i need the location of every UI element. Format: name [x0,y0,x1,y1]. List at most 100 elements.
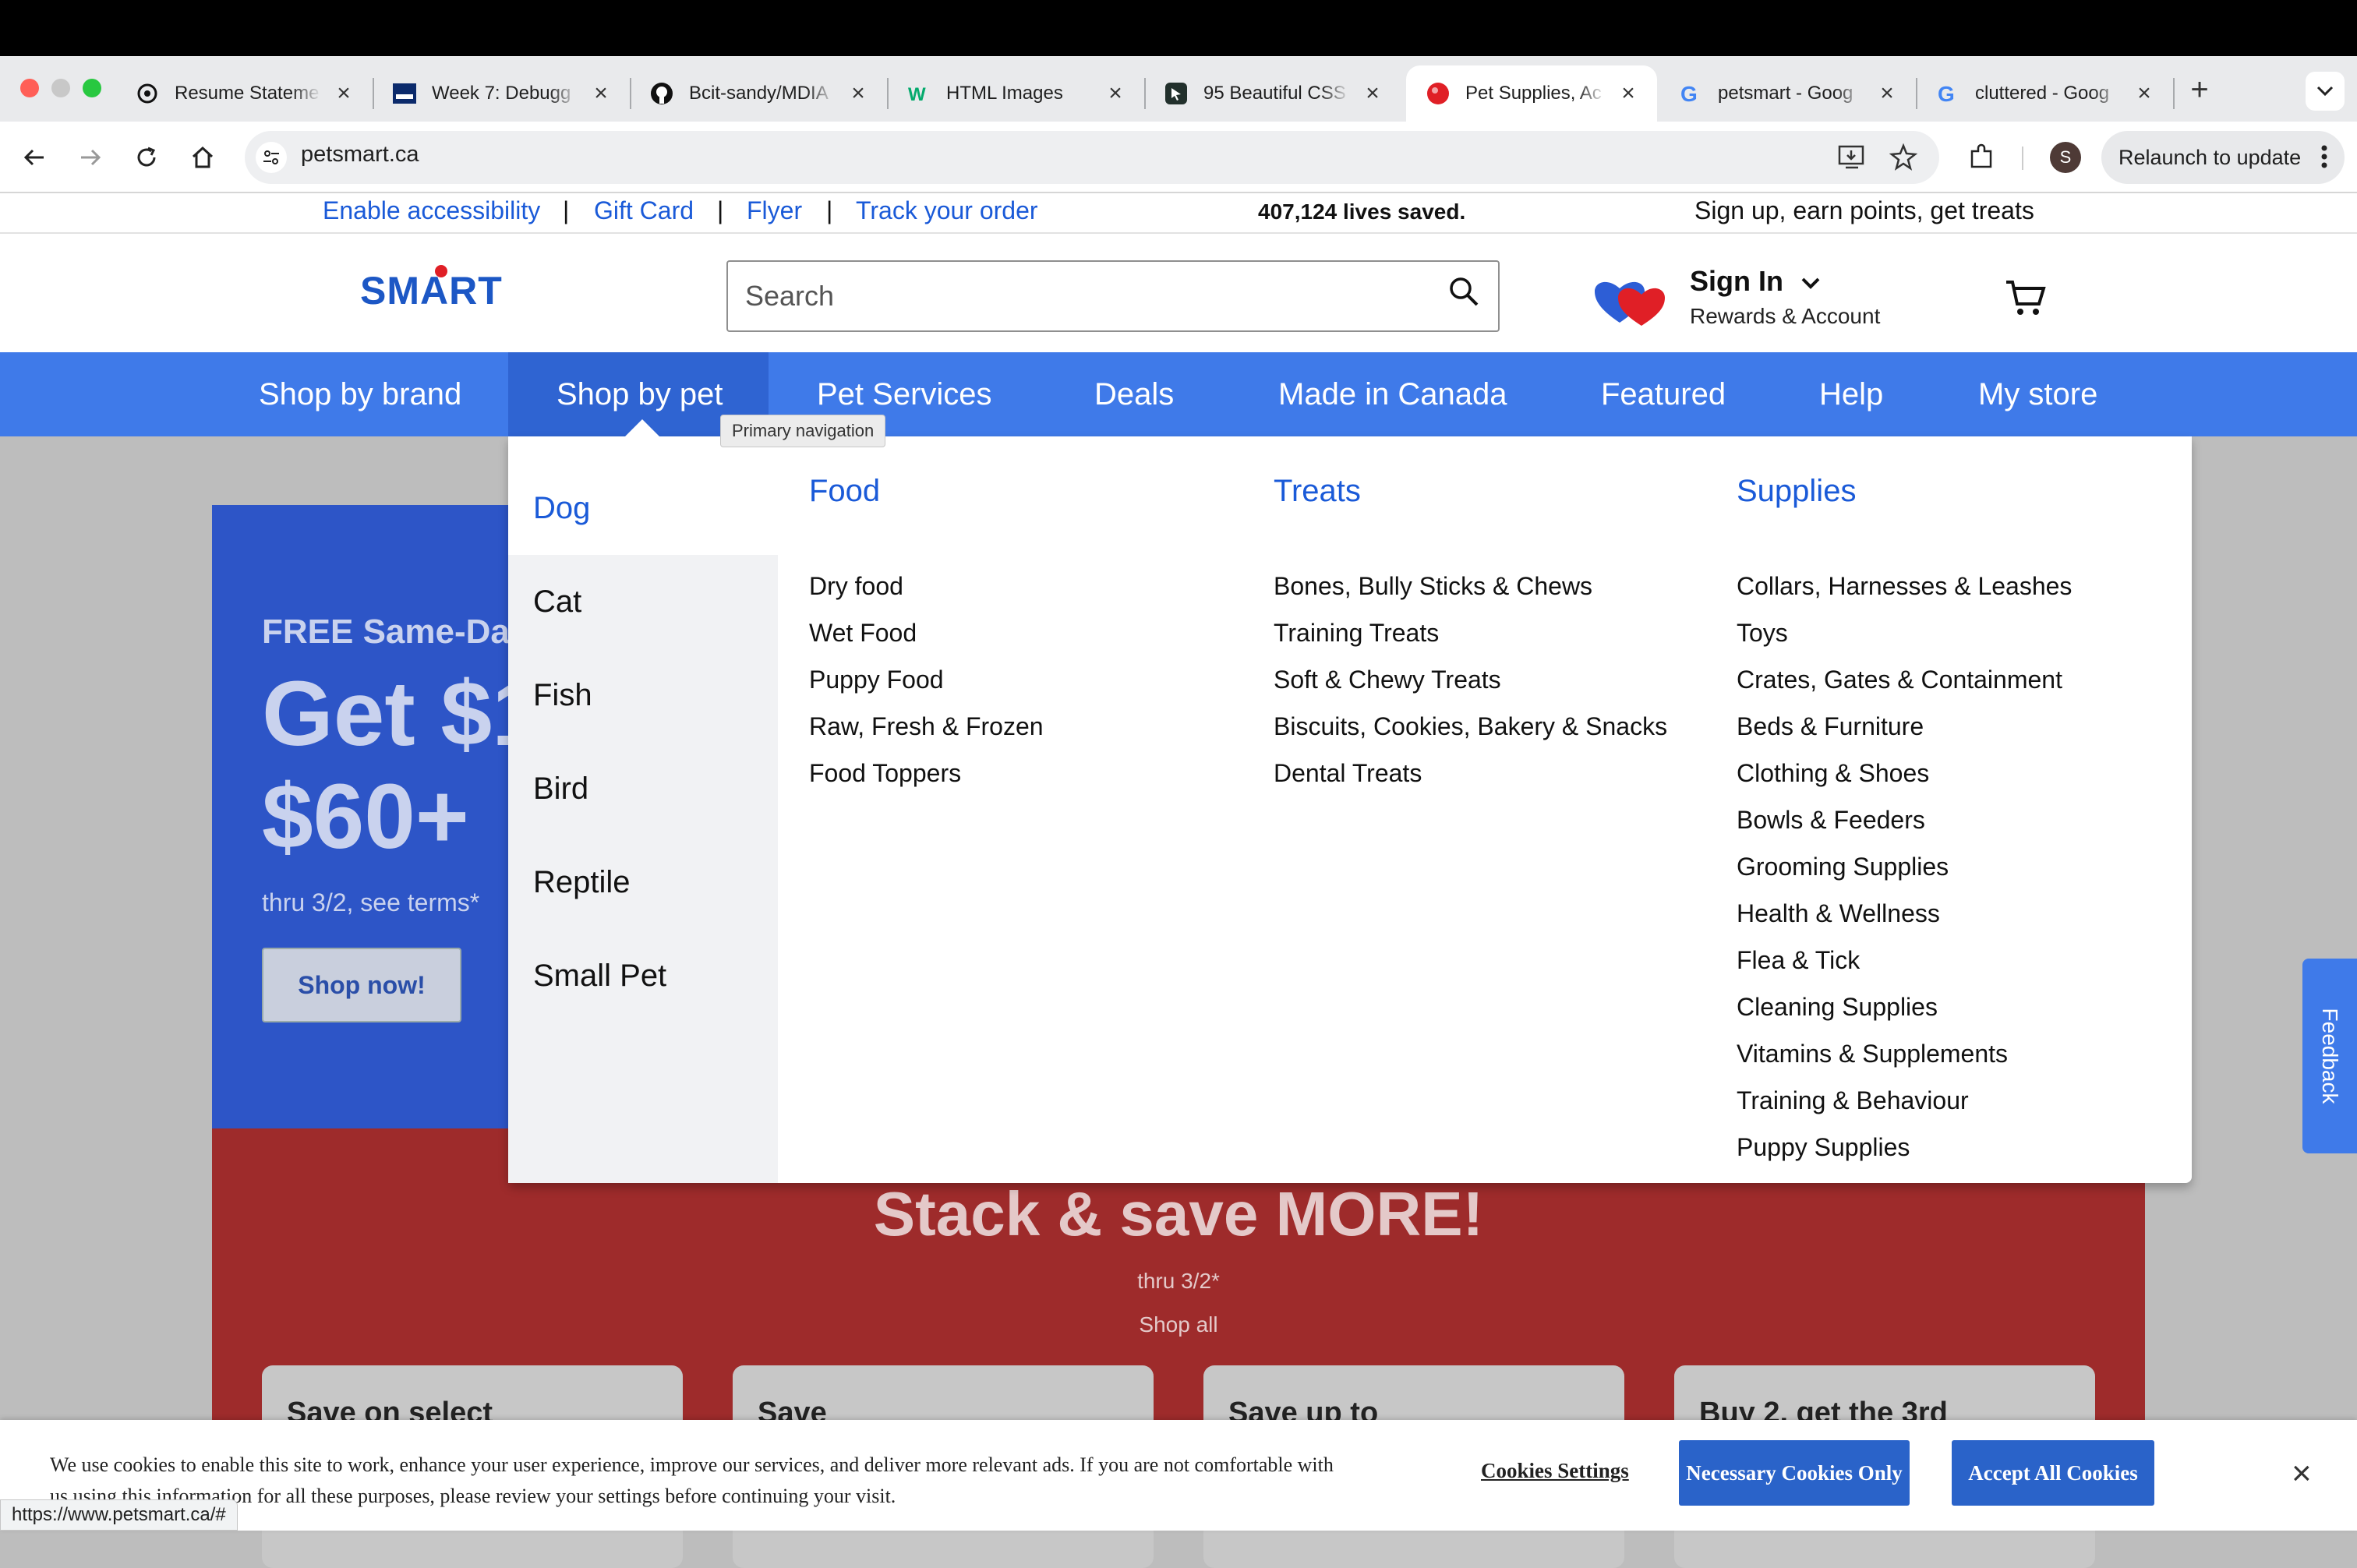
tab-search-button[interactable] [2306,72,2345,111]
menu-link[interactable]: Food Toppers [809,759,961,788]
close-tab-icon[interactable]: × [2134,80,2154,106]
menu-link[interactable]: Puppy Supplies [1737,1133,1910,1162]
install-app-icon[interactable] [1838,145,1866,170]
nav-featured[interactable]: Featured [1601,352,1726,436]
column-heading-food[interactable]: Food [809,474,880,509]
menu-link[interactable]: Beds & Furniture [1737,712,1924,741]
browser-tab[interactable]: W HTML Images × [887,65,1144,122]
cookie-message: We use cookies to enable this site to wo… [50,1453,1334,1507]
relaunch-button[interactable]: Relaunch to update [2101,131,2345,184]
menu-link[interactable]: Training & Behaviour [1737,1086,1969,1115]
menu-link[interactable]: Collars, Harnesses & Leashes [1737,572,2072,601]
browser-tab-active[interactable]: Pet Supplies, Ac × [1406,65,1657,122]
address-bar[interactable] [245,131,1939,184]
nav-made-in-canada[interactable]: Made in Canada [1278,352,1507,436]
column-heading-supplies[interactable]: Supplies [1737,474,1856,509]
petsmart-logo[interactable]: PETSMART [360,268,956,332]
menu-link[interactable]: Cleaning Supplies [1737,993,1938,1022]
nav-help[interactable]: Help [1819,352,1883,436]
flyer-link[interactable]: Flyer [747,196,802,225]
menu-link[interactable]: Crates, Gates & Containment [1737,666,2062,694]
zoom-window-button[interactable] [83,79,101,97]
cookies-settings-link[interactable]: Cookies Settings [1481,1459,1629,1483]
shop-now-button[interactable]: Shop now! [262,948,461,1022]
necessary-cookies-button[interactable]: Necessary Cookies Only [1679,1440,1910,1506]
close-window-button[interactable] [20,79,39,97]
menu-link[interactable]: Toys [1737,619,1788,648]
pet-type-dog[interactable]: Dog [508,461,778,555]
cart-icon[interactable] [2005,279,2047,318]
browser-tab[interactable]: Week 7: Debugg × [373,65,630,122]
signup-promo-link[interactable]: Sign up, earn points, get treats [1694,196,2034,225]
menu-link[interactable]: Vitamins & Supplements [1737,1040,2008,1068]
menu-link[interactable]: Soft & Chewy Treats [1274,666,1501,694]
menu-link[interactable]: Wet Food [809,619,917,648]
back-button[interactable] [16,139,53,176]
browser-tab[interactable]: G petsmart - Goog × [1659,65,1916,122]
search-icon[interactable] [1447,274,1481,309]
close-tab-icon[interactable]: × [334,80,354,106]
gift-card-link[interactable]: Gift Card [594,196,694,225]
close-tab-icon[interactable]: × [1618,80,1638,106]
shop-all-link[interactable]: Shop all [212,1312,2145,1337]
forward-button[interactable] [72,139,109,176]
menu-link[interactable]: Puppy Food [809,666,944,694]
menu-link[interactable]: Health & Wellness [1737,899,1940,928]
close-icon[interactable]: × [2292,1454,2312,1493]
close-tab-icon[interactable]: × [591,80,611,106]
close-tab-icon[interactable]: × [1362,80,1383,106]
logo-ball-icon [435,265,447,277]
rewards-account-link[interactable]: Rewards & Account [1690,304,1880,329]
chevron-down-icon [2316,86,2334,97]
promo-free-text: FREE Same-Da [262,613,510,651]
pet-type-reptile[interactable]: Reptile [508,835,778,929]
feedback-label: Feedback [2318,1008,2342,1104]
close-tab-icon[interactable]: × [1105,80,1125,106]
column-heading-treats[interactable]: Treats [1274,474,1361,509]
feedback-tab[interactable]: Feedback [2302,959,2357,1153]
nav-my-store[interactable]: My store [1978,352,2097,436]
pet-type-small-pet[interactable]: Small Pet [508,929,778,1022]
browser-tab[interactable]: Bcit-sandy/MDIA × [630,65,887,122]
menu-link[interactable]: Dry food [809,572,903,601]
menu-bar [0,0,2357,56]
browser-tab[interactable]: G cluttered - Goog × [1916,65,2173,122]
search-input[interactable]: Search [726,260,1500,332]
menu-link[interactable]: Clothing & Shoes [1737,759,1929,788]
minimize-window-button[interactable] [51,79,70,97]
home-button[interactable] [184,139,221,176]
menu-link[interactable]: Grooming Supplies [1737,853,1949,881]
enable-accessibility-link[interactable]: Enable accessibility [323,196,540,225]
browser-tab[interactable]: 95 Beautiful CSS × [1144,65,1401,122]
menu-link[interactable]: Training Treats [1274,619,1439,648]
close-tab-icon[interactable]: × [1877,80,1897,106]
menu-link[interactable]: Dental Treats [1274,759,1422,788]
pet-type-cat[interactable]: Cat [508,555,778,648]
w3schools-icon: W [907,82,931,105]
svg-text:W: W [908,84,926,105]
openai-icon [136,82,159,105]
profile-avatar[interactable]: S [2050,142,2081,173]
sign-in-button[interactable]: Sign In [1690,265,1821,298]
site-info-icon[interactable] [256,142,287,173]
url-text[interactable]: petsmart.ca [301,142,419,168]
pet-type-fish[interactable]: Fish [508,648,778,742]
close-tab-icon[interactable]: × [848,80,868,106]
menu-link[interactable]: Bones, Bully Sticks & Chews [1274,572,1592,601]
browser-tab[interactable]: Resume Stateme × [115,65,373,122]
menu-link[interactable]: Flea & Tick [1737,946,1860,975]
menu-link[interactable]: Raw, Fresh & Frozen [809,712,1044,741]
extensions-icon[interactable] [1967,143,1995,171]
nav-shop-by-brand[interactable]: Shop by brand [259,352,461,436]
accept-all-cookies-button[interactable]: Accept All Cookies [1952,1440,2154,1506]
nav-deals[interactable]: Deals [1094,352,1174,436]
menu-link[interactable]: Bowls & Feeders [1737,806,1925,835]
pet-type-bird[interactable]: Bird [508,742,778,835]
new-tab-button[interactable]: + [2184,70,2215,109]
track-order-link[interactable]: Track your order [856,196,1038,225]
css-icon [1164,82,1188,105]
bookmark-star-icon[interactable] [1889,143,1917,171]
google-icon: G [1936,82,1959,105]
reload-button[interactable] [128,139,165,176]
menu-link[interactable]: Biscuits, Cookies, Bakery & Snacks [1274,712,1667,741]
